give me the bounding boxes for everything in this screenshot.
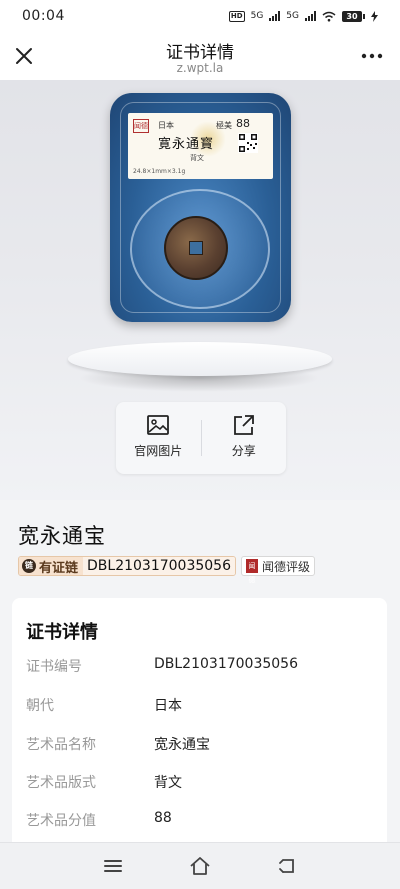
detail-row-dynasty: 朝代 日本 (26, 695, 366, 717)
detail-label: 艺术品分值 (26, 813, 96, 829)
share-button[interactable]: 分享 (202, 402, 287, 474)
network-label-2: 5G (286, 11, 299, 21)
cert-chain-badge[interactable]: 链 有证链 DBL2103170035056 (18, 556, 236, 576)
display-pedestal (68, 342, 332, 376)
detail-row-name: 艺术品名称 宽永通宝 (26, 734, 366, 756)
slab-style: 背文 (190, 154, 204, 162)
hero-section: 闻德 日本 極美 88 寛永通寳 背文 24.8×1mm×3.1g 官网图片 分… (0, 80, 400, 500)
detail-row-style: 艺术品版式 背文 (26, 772, 366, 794)
menu-icon[interactable] (101, 854, 125, 878)
official-images-label: 官网图片 (134, 444, 183, 458)
title-bar: 证书详情 z.wpt.la (0, 32, 400, 80)
chain-icon: 链 (22, 559, 36, 573)
signal-icon-2 (305, 11, 316, 21)
page-domain: z.wpt.la (176, 61, 224, 75)
cert-number-badge: DBL2103170035056 (83, 557, 235, 575)
brand-logo-icon: 闻德 (246, 559, 258, 584)
status-icons: HD 5G 5G 30 (228, 10, 378, 22)
battery-icon: 30 (342, 10, 365, 22)
slab-grade-word: 極美 (216, 121, 232, 130)
chain-label: 有证链 (39, 560, 79, 576)
signal-icon-1 (269, 11, 281, 21)
wifi-icon (322, 11, 336, 21)
official-images-button[interactable]: 官网图片 (116, 402, 201, 474)
qr-code-icon (238, 133, 258, 153)
status-bar: 00:04 HD 5G 5G 30 (0, 0, 400, 32)
detail-value: 背文 (154, 775, 182, 791)
charging-icon (371, 10, 378, 22)
detail-row-score: 艺术品分值 88 (26, 810, 366, 832)
detail-card: 证书详情 证书编号 DBL2103170035056 朝代 日本 艺术品名称 宽… (12, 598, 387, 858)
home-icon[interactable] (188, 854, 212, 878)
page-title: 证书详情 (166, 43, 234, 63)
slab-seal: 闻德 (133, 119, 149, 133)
detail-label: 朝代 (26, 698, 54, 714)
slab-coin-name: 寛永通寳 (158, 137, 215, 152)
chain-label-block: 链 有证链 (19, 557, 84, 576)
hd-icon: HD (228, 10, 245, 22)
detail-row-cert-number: 证书编号 DBL2103170035056 (26, 656, 366, 678)
detail-value: DBL2103170035056 (154, 656, 298, 672)
detail-value: 88 (154, 810, 172, 826)
slab-grade: 88 (236, 117, 250, 130)
battery-level: 30 (342, 10, 362, 22)
slab-country: 日本 (158, 121, 174, 130)
more-icon[interactable] (360, 46, 384, 66)
brand-name: 闻德评级 (262, 559, 311, 574)
network-label-1: 5G (250, 11, 264, 21)
detail-value: 日本 (154, 698, 182, 714)
brand-badge[interactable]: 闻德 闻德评级 (241, 556, 316, 584)
detail-value: 宽永通宝 (154, 737, 210, 753)
detail-label: 证书编号 (26, 659, 82, 675)
item-title: 宽永通宝 (18, 524, 106, 548)
share-label: 分享 (231, 444, 256, 458)
slab-footer: 24.8×1mm×3.1g (133, 168, 186, 175)
back-icon[interactable] (275, 854, 299, 878)
detail-label: 艺术品版式 (26, 775, 96, 791)
action-bar: 官网图片 分享 (116, 402, 286, 474)
status-time: 00:04 (22, 8, 65, 24)
image-icon (147, 415, 170, 435)
main-content: 宽永通宝 链 有证链 DBL2103170035056 闻德 闻德评级 证书详情… (0, 500, 400, 858)
coin-image (164, 216, 228, 280)
coin-slab-image[interactable]: 闻德 日本 極美 88 寛永通寳 背文 24.8×1mm×3.1g (110, 93, 291, 322)
system-nav-bar (0, 842, 400, 889)
slab-label-card: 闻德 日本 極美 88 寛永通寳 背文 24.8×1mm×3.1g (128, 113, 273, 179)
detail-label: 艺术品名称 (26, 737, 96, 753)
share-icon (233, 415, 254, 435)
detail-heading: 证书详情 (26, 622, 98, 643)
